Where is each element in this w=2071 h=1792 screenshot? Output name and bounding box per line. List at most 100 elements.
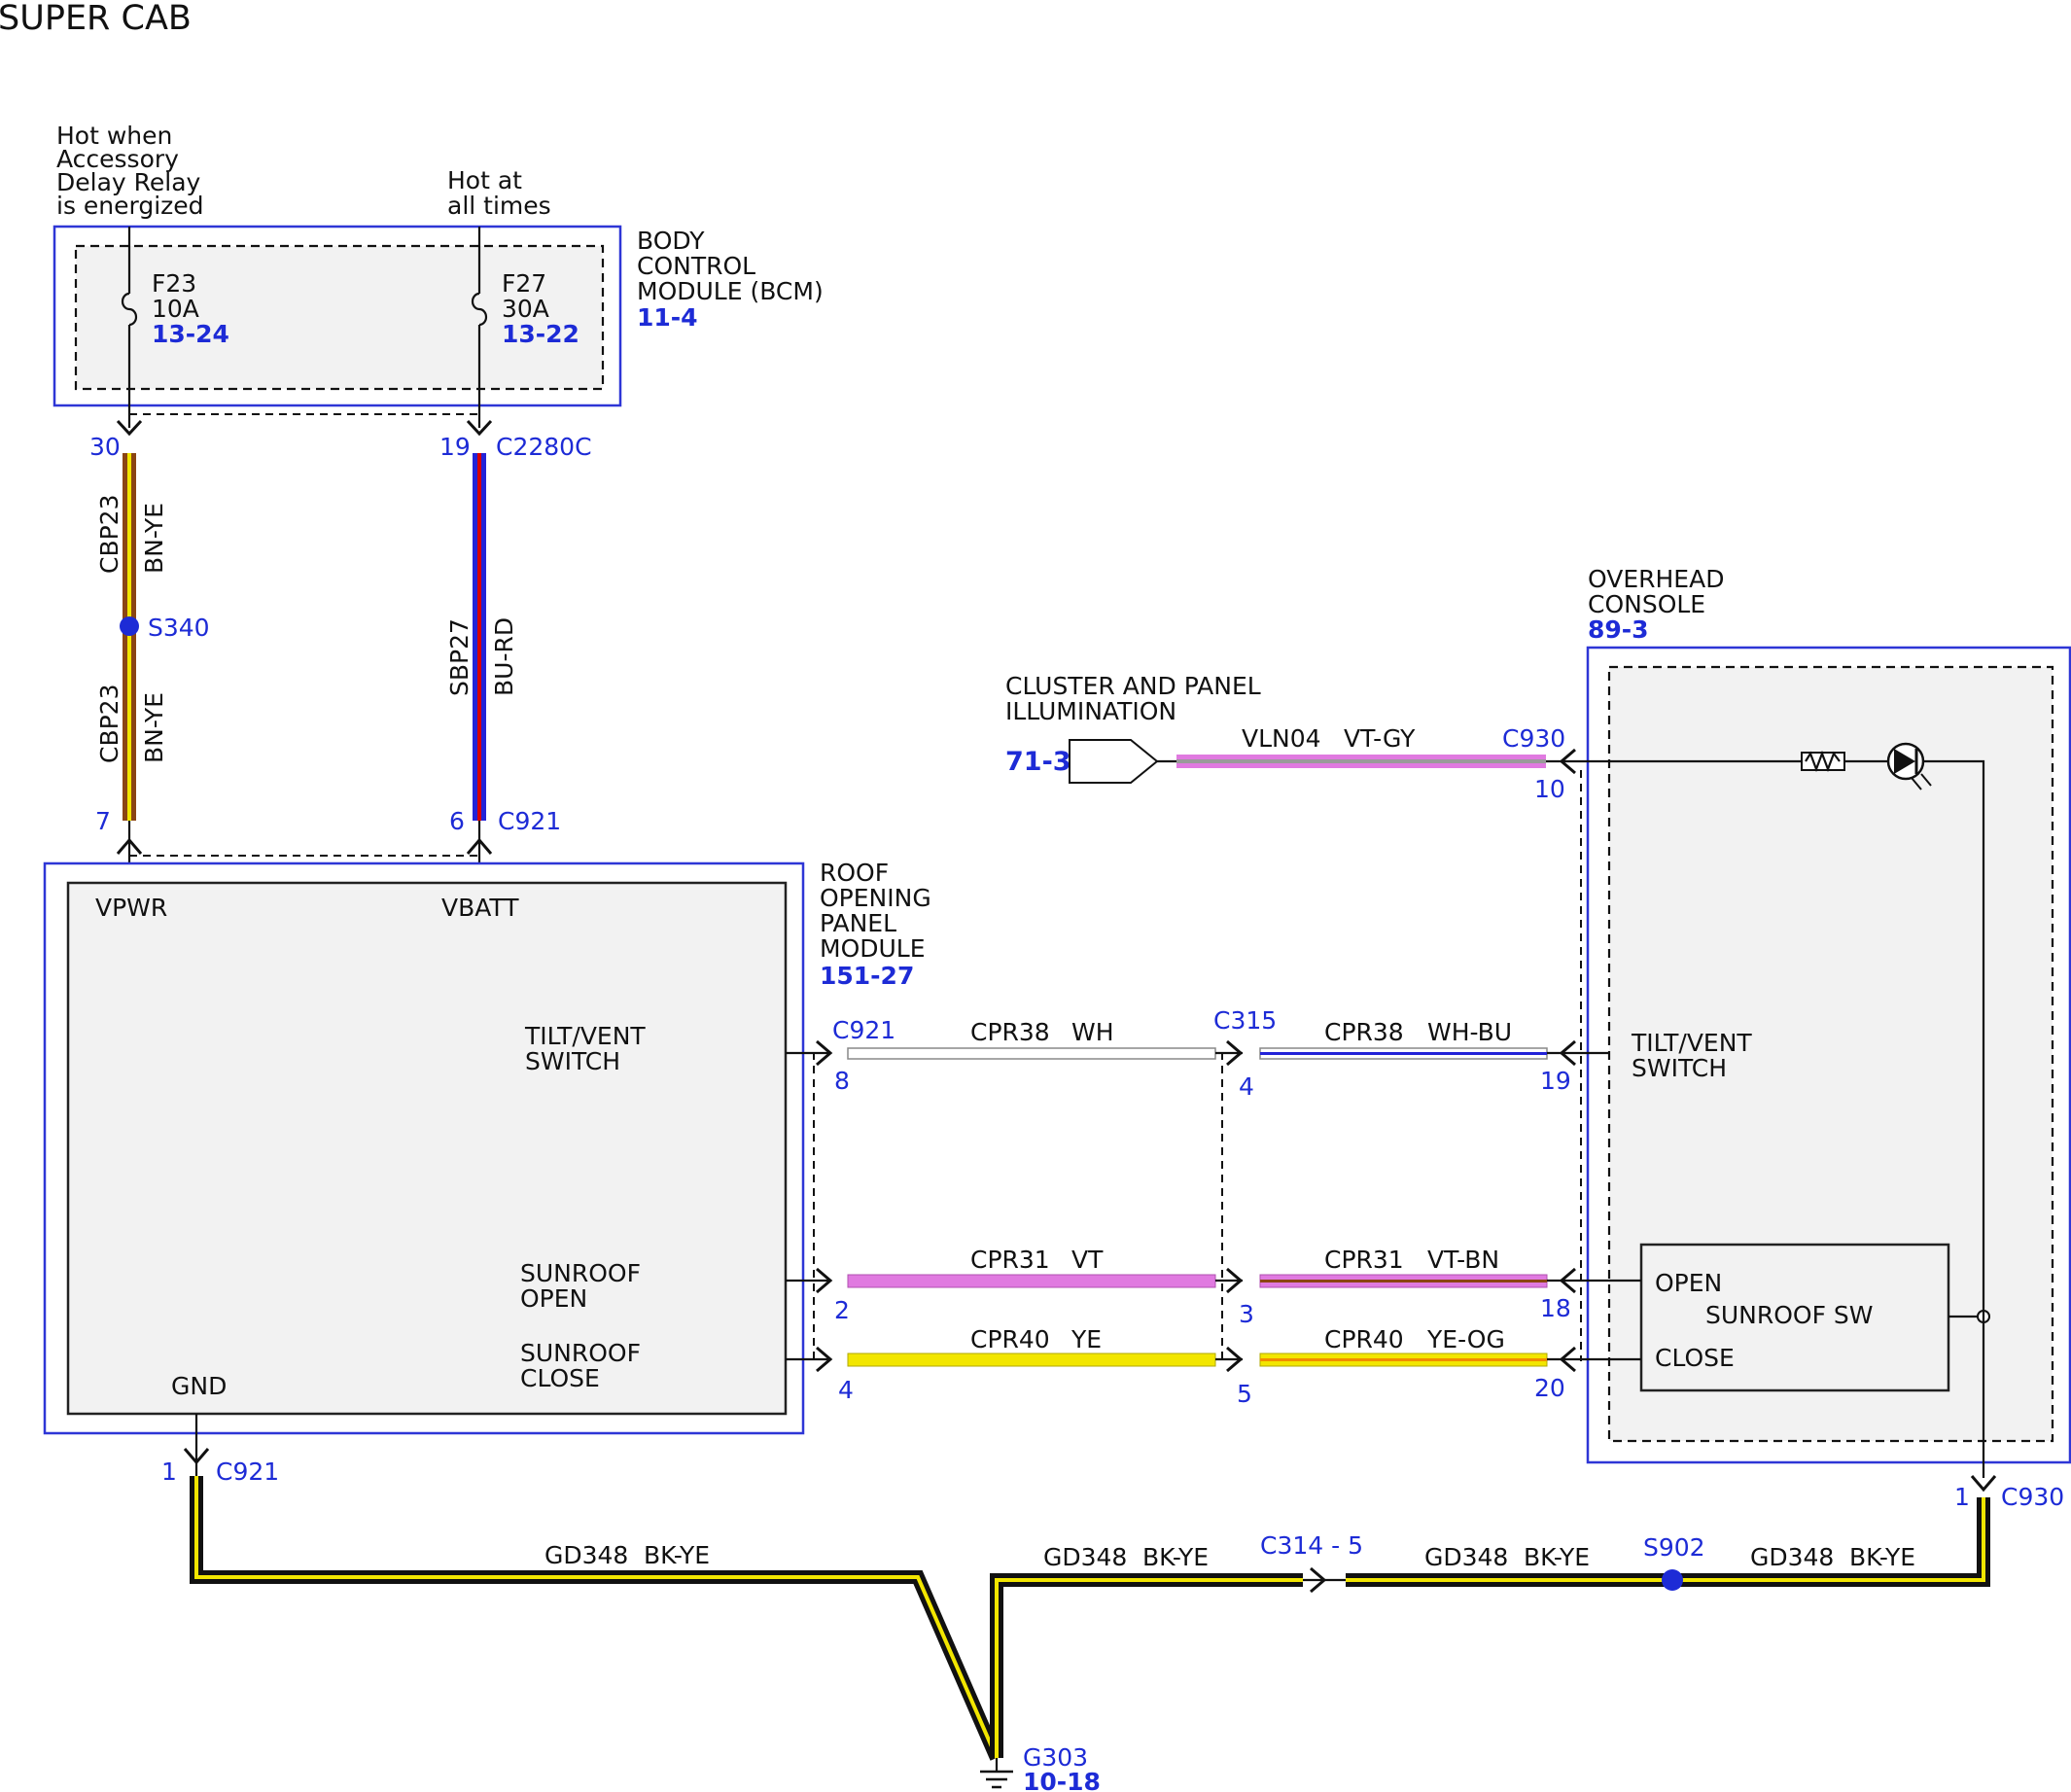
power-source-line: Hot at bbox=[447, 166, 522, 194]
console-name: CONSOLE bbox=[1588, 590, 1705, 618]
wire-color-code: BN-YE bbox=[140, 503, 168, 574]
pin-number: 3 bbox=[1239, 1300, 1254, 1328]
splice-s340-label[interactable]: S340 bbox=[148, 614, 210, 642]
splice-s902[interactable] bbox=[1662, 1569, 1683, 1591]
wire-color-code: BK-YE bbox=[644, 1541, 710, 1569]
illum-connector-icon bbox=[1069, 739, 1159, 784]
connector-c921-label[interactable]: C921 bbox=[498, 807, 561, 835]
wire-color-code: VT-BN bbox=[1427, 1246, 1499, 1274]
wire-circuit: GD348 bbox=[1424, 1543, 1508, 1571]
pin-number: 1 bbox=[161, 1458, 177, 1486]
bcm-name: BODY bbox=[637, 227, 705, 255]
connector-arrow-1b bbox=[1970, 1475, 1997, 1493]
wire-circuit: CPR38 bbox=[970, 1018, 1050, 1046]
fuse-f23-rating: 10A bbox=[152, 295, 199, 323]
connector-c314-label[interactable]: C314 - 5 bbox=[1260, 1531, 1363, 1560]
wire-cpr38-a bbox=[847, 1047, 1216, 1060]
fuse-f23-id: F23 bbox=[152, 269, 196, 298]
wire-color-code: WH-BU bbox=[1427, 1018, 1512, 1046]
wire-color-code: VT-GY bbox=[1344, 724, 1416, 753]
roof-module-name: PANEL bbox=[820, 909, 896, 937]
connector-c315-label[interactable]: C315 bbox=[1213, 1006, 1277, 1035]
roof-module-name: ROOF bbox=[820, 859, 889, 887]
wire-cpr38-b-stripe bbox=[1260, 1052, 1547, 1055]
wire-circuit: CBP23 bbox=[95, 685, 123, 764]
illum-name: CLUSTER AND PANEL bbox=[1005, 672, 1261, 700]
pin-label-gnd: GND bbox=[171, 1372, 227, 1400]
pin-label-close: CLOSE bbox=[520, 1364, 600, 1392]
pin-number: 6 bbox=[449, 807, 465, 835]
fuse-f27-id: F27 bbox=[502, 269, 546, 298]
wire-circuit: CPR31 bbox=[1324, 1246, 1404, 1274]
fuse-f27-rating: 30A bbox=[502, 295, 549, 323]
wire-circuit: CBP23 bbox=[95, 495, 123, 575]
pin-label-vpwr: VPWR bbox=[95, 894, 167, 922]
pin-label-close: SUNROOF bbox=[520, 1339, 641, 1367]
wire-color-code: BK-YE bbox=[1142, 1543, 1209, 1571]
wire-color-code: VT bbox=[1071, 1246, 1104, 1274]
wire-cpr40-b-stripe bbox=[1260, 1358, 1547, 1361]
bcm-name: CONTROL bbox=[637, 252, 755, 280]
console-tilt-label: SWITCH bbox=[1632, 1054, 1727, 1082]
connector-c930-label[interactable]: C930 bbox=[1502, 724, 1565, 753]
pin-number: 1 bbox=[1954, 1483, 1970, 1511]
power-source-accessory: Hot when Accessory Delay Relay is energi… bbox=[56, 122, 204, 220]
power-source-battery: Hot at all times bbox=[447, 166, 551, 220]
wire-gd348-right bbox=[990, 1497, 1990, 1758]
splice-s902-label[interactable]: S902 bbox=[1643, 1533, 1705, 1562]
pin-number: 19 bbox=[439, 433, 471, 461]
illum-name: ILLUMINATION bbox=[1005, 697, 1176, 725]
wire-circuit: CPR38 bbox=[1324, 1018, 1404, 1046]
connector-c930-gnd-label[interactable]: C930 bbox=[2001, 1483, 2064, 1511]
sunroof-switch-open: OPEN bbox=[1655, 1269, 1722, 1297]
pin-number: 20 bbox=[1534, 1374, 1565, 1402]
bcm-name: MODULE (BCM) bbox=[637, 277, 824, 305]
pin-label-vbatt: VBATT bbox=[441, 894, 519, 922]
roof-module-ref[interactable]: 151-27 bbox=[820, 962, 914, 990]
pin-number: 19 bbox=[1540, 1067, 1571, 1095]
wire-circuit: GD348 bbox=[1043, 1543, 1127, 1571]
pin-label-tilt: SWITCH bbox=[525, 1047, 620, 1075]
wire-color-code: BK-YE bbox=[1849, 1543, 1915, 1571]
wire-color-code: YE bbox=[1071, 1325, 1102, 1353]
wire-circuit: GD348 bbox=[544, 1541, 628, 1569]
wire-color-code: BU-RD bbox=[490, 617, 518, 696]
pin-number: 5 bbox=[1237, 1380, 1252, 1408]
pin-label-open: OPEN bbox=[520, 1284, 587, 1313]
fuse-f27-ref[interactable]: 13-22 bbox=[502, 320, 579, 348]
wire-cpr31-a bbox=[847, 1274, 1216, 1288]
pin-number: 4 bbox=[838, 1376, 854, 1404]
ground-ref[interactable]: 10-18 bbox=[1023, 1768, 1101, 1792]
wire-cbp23-top-stripe bbox=[127, 453, 131, 624]
roof-module-name: OPENING bbox=[820, 884, 931, 912]
sunroof-switch-name: SUNROOF SW bbox=[1705, 1301, 1874, 1329]
wire-sbp27-stripe bbox=[477, 453, 481, 821]
wire-vln04-stripe bbox=[1176, 759, 1546, 763]
fuse-f23-ref[interactable]: 13-24 bbox=[152, 320, 229, 348]
roof-module-body bbox=[66, 881, 788, 1416]
pin-number: 10 bbox=[1534, 775, 1565, 803]
splice-s340[interactable] bbox=[120, 616, 139, 636]
power-source-line: is energized bbox=[56, 192, 204, 220]
pin-number: 2 bbox=[834, 1296, 850, 1324]
connector-c921-gnd-label[interactable]: C921 bbox=[216, 1458, 279, 1486]
wire-circuit: CPR31 bbox=[970, 1246, 1050, 1274]
pin-label-tilt: TILT/VENT bbox=[524, 1022, 646, 1050]
console-tilt-label: TILT/VENT bbox=[1631, 1029, 1752, 1057]
wire-circuit: CPR40 bbox=[970, 1325, 1050, 1353]
console-ref[interactable]: 89-3 bbox=[1588, 615, 1649, 644]
wire-color-code: WH bbox=[1071, 1018, 1114, 1046]
wire-circuit: SBP27 bbox=[445, 618, 474, 696]
wire-cpr31-b-stripe bbox=[1260, 1280, 1547, 1283]
wire-gd348-left bbox=[190, 1476, 1003, 1761]
illum-ref[interactable]: 71-3 bbox=[1005, 747, 1071, 777]
sunroof-switch-close: CLOSE bbox=[1655, 1344, 1735, 1372]
connector-c921-sig-label[interactable]: C921 bbox=[832, 1016, 895, 1044]
wire-circuit: CPR40 bbox=[1324, 1325, 1404, 1353]
pin-number: 30 bbox=[89, 433, 121, 461]
bcm-ref[interactable]: 11-4 bbox=[637, 303, 698, 332]
connector-c2280c-label[interactable]: C2280C bbox=[496, 433, 592, 461]
wire-circuit: GD348 bbox=[1750, 1543, 1834, 1571]
pin-number: 18 bbox=[1540, 1294, 1571, 1322]
power-source-line: all times bbox=[447, 192, 551, 220]
